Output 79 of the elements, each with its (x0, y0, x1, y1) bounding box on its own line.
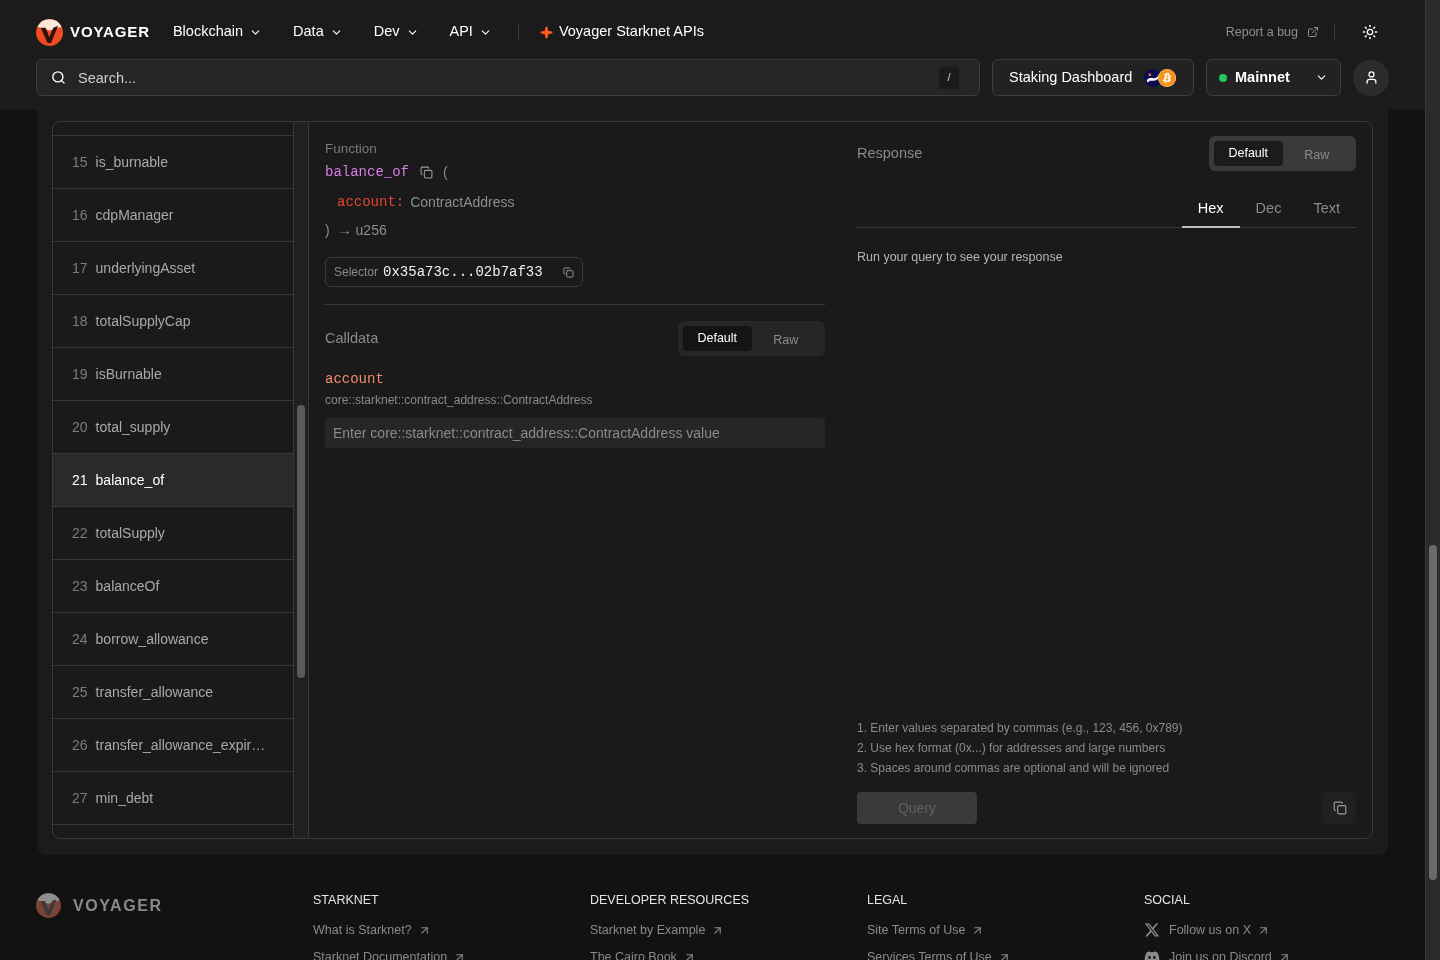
view-mode-option[interactable]: Raw (751, 326, 820, 351)
view-mode-option[interactable]: Default (683, 326, 752, 351)
input-hint: 1. Enter values separated by commas (e.g., 123, 456, 0x789) (857, 720, 1183, 737)
account-button[interactable] (1353, 59, 1389, 96)
apis-link[interactable]: Voyager Starknet APIs (539, 21, 704, 43)
copy-button[interactable] (419, 165, 433, 179)
footer-link[interactable]: Join us on Discord (1144, 948, 1291, 960)
nav-menu-button[interactable]: Data (293, 21, 343, 43)
footer-link[interactable]: What is Starknet? (313, 921, 431, 939)
sparkle-icon (539, 25, 553, 39)
copy-icon (1332, 801, 1347, 815)
function-list-item[interactable]: 23 balanceOf (53, 560, 293, 613)
staking-dashboard-button[interactable]: Staking Dashboard (992, 59, 1194, 96)
function-list-item[interactable]: 27 min_debt (53, 772, 293, 825)
open-paren: ( (443, 162, 448, 182)
page-scrollbar-thumb[interactable] (1429, 545, 1437, 880)
function-name: balance_of (325, 162, 409, 182)
bitcoin-icon (1158, 68, 1177, 87)
copy-icon (562, 266, 574, 278)
format-tab[interactable]: Hex (1181, 190, 1240, 228)
input-hint: 2. Use hex format (0x...) for addresses and large numbers (857, 740, 1166, 757)
nav-menu-button[interactable]: Blockchain (172, 21, 263, 43)
format-tab[interactable]: Dec (1239, 190, 1298, 228)
copy-button[interactable] (562, 266, 574, 278)
argument-name: account (325, 370, 384, 388)
selector-value: 0x35a73c...02b7af33 (383, 262, 543, 282)
close-paren: ) (325, 220, 330, 240)
param-name: account: (337, 192, 405, 212)
home-logo-link[interactable]: VOYAGER (36, 18, 150, 46)
shortcut-key: / (939, 66, 959, 89)
footer-link[interactable]: Starknet Documentation (313, 948, 467, 960)
footer-heading: LEGAL (867, 893, 908, 908)
copy-button[interactable] (1323, 792, 1356, 824)
nav-menu-button[interactable]: API (449, 21, 492, 43)
footer-heading: SOCIAL (1144, 893, 1190, 908)
calldata-label: Calldata (325, 328, 379, 348)
network-select[interactable]: Mainnet (1206, 59, 1341, 96)
search-icon (51, 70, 66, 85)
footer-heading: DEVELOPER RESOURCES (590, 893, 750, 908)
logo-icon (36, 18, 63, 46)
footer-link[interactable]: Site Terms of Use (867, 921, 985, 939)
footer-link[interactable]: The Cairo Book (590, 948, 696, 960)
return-type: → u256 (337, 220, 387, 240)
nav-menu-button[interactable]: Dev (373, 21, 419, 43)
function-list-item[interactable]: 15 is_burnable (53, 136, 293, 189)
function-list-item[interactable]: 17 underlyingAsset (53, 242, 293, 295)
empty-response-message: Run your query to see your response (857, 249, 1063, 265)
report-bug-link[interactable]: Report a bug (1225, 22, 1319, 42)
x-logo-icon (1144, 922, 1160, 938)
function-list-item[interactable]: 22 totalSupply (53, 507, 293, 560)
logo-icon (36, 893, 61, 918)
footer-heading: STARKNET (313, 893, 379, 908)
function-list-item[interactable]: 21 balance_of (53, 454, 293, 507)
search-field[interactable]: Search... / (36, 59, 980, 96)
footer-link[interactable]: Follow us on X (1144, 921, 1270, 939)
argument-type: core::starknet::contract_address::ContractAddress (325, 392, 593, 408)
function-label: Function (325, 141, 377, 157)
function-list-item[interactable]: 18 totalSupplyCap (53, 295, 293, 348)
response-label: Response (857, 143, 923, 163)
function-list-item[interactable]: 19 isBurnable (53, 348, 293, 401)
search-input[interactable]: Search... (78, 65, 939, 90)
footer-link[interactable]: Services Terms of Use (867, 948, 1011, 960)
param-type: ContractAddress (410, 192, 515, 212)
footer-logo-link[interactable]: VOYAGER (36, 893, 313, 918)
input-hint: 3. Spaces around commas are optional and will be ignored (857, 760, 1170, 777)
view-mode-option[interactable]: Default (1214, 141, 1283, 166)
function-list-item[interactable]: 16 cdpManager (53, 189, 293, 242)
format-tab[interactable]: Text (1297, 190, 1356, 228)
list-scrollbar-thumb[interactable] (297, 405, 305, 678)
sun-icon (1362, 24, 1378, 40)
function-list-item[interactable]: 26 transfer_allowance_expir… (53, 719, 293, 772)
argument-input[interactable]: Enter core::starknet::contract_address::ContractAddress value (325, 418, 825, 448)
selector-label: Selector (334, 264, 379, 281)
external-link-icon (1307, 26, 1319, 38)
copy-icon (419, 165, 433, 179)
function-list-item[interactable]: 25 transfer_allowance (53, 666, 293, 719)
footer-link[interactable]: Starknet by Example (590, 921, 725, 939)
user-icon (1363, 70, 1379, 85)
function-list-item[interactable]: 24 borrow_allowance (53, 613, 293, 666)
